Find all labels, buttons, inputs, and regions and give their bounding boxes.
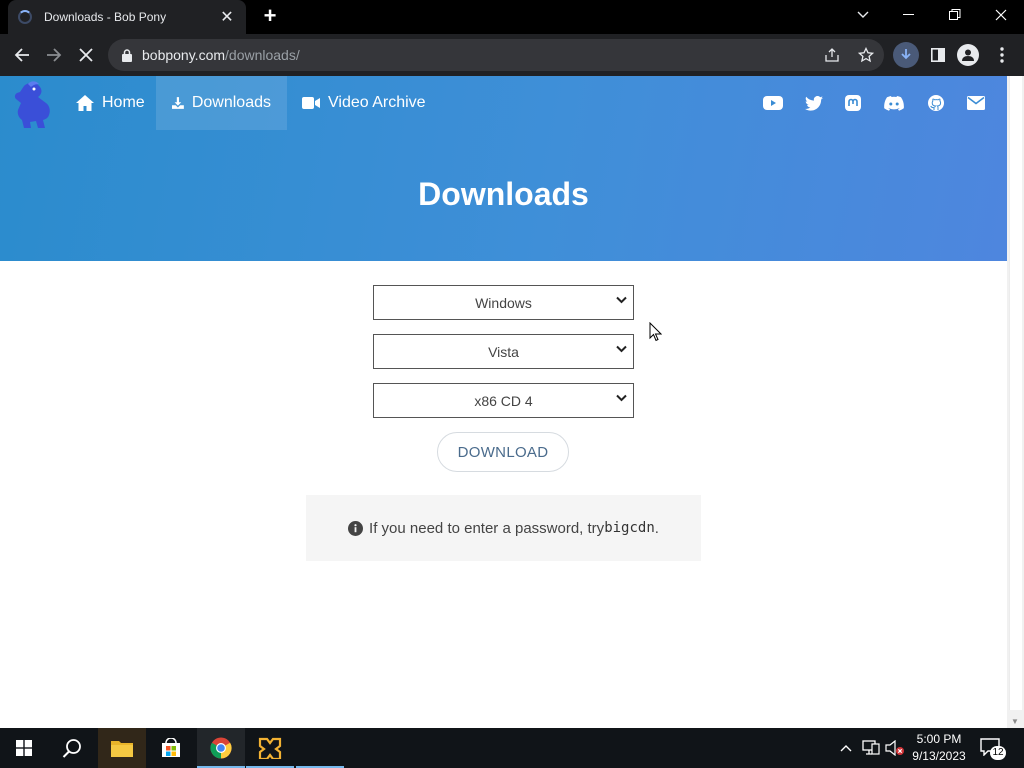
web-page: Home Downloads Video Archive Downloads W… (0, 76, 1007, 728)
chevron-down-icon (616, 296, 627, 304)
tab-search-button[interactable] (840, 0, 886, 30)
password-code: bigcdn (604, 520, 655, 536)
clock-date: 9/13/2023 (912, 749, 966, 763)
nav-home-label: Home (102, 94, 145, 111)
chevron-down-icon (616, 394, 627, 402)
forward-button[interactable] (40, 41, 68, 69)
chrome-icon (210, 737, 232, 759)
password-note: If you need to enter a password, try big… (306, 495, 701, 561)
restore-button[interactable] (932, 0, 978, 30)
windows-taskbar: 5:00 PM 9/13/2023 12 (0, 728, 1024, 768)
back-button[interactable] (8, 41, 36, 69)
nav-downloads-label: Downloads (191, 94, 271, 111)
note-text: If you need to enter a password, try (369, 519, 605, 537)
taskbar-app-extra[interactable] (296, 728, 344, 768)
pony-logo[interactable] (10, 78, 62, 130)
browser-toolbar: bobpony.com/downloads/ (0, 34, 1024, 76)
vm-app-icon (258, 737, 282, 759)
close-icon (995, 9, 1007, 21)
tray-overflow-button[interactable] (836, 728, 856, 768)
stop-icon (79, 48, 93, 62)
more-vert-icon (1000, 47, 1004, 63)
lock-icon[interactable] (120, 46, 134, 64)
address-bar[interactable]: bobpony.com/downloads/ (108, 39, 884, 71)
youtube-icon[interactable] (762, 93, 784, 113)
image-select[interactable]: x86 CD 4 (373, 383, 634, 418)
nav-video-archive[interactable]: Video Archive (286, 76, 442, 130)
page-title: Downloads (418, 176, 589, 212)
nav-home[interactable]: Home (60, 76, 161, 130)
search-icon (62, 739, 81, 758)
page-scrollbar[interactable]: ▼ (1007, 76, 1024, 728)
volume-muted-icon[interactable] (884, 728, 906, 768)
side-panel-icon (931, 48, 945, 62)
person-icon (962, 49, 974, 61)
note-suffix: . (654, 519, 659, 537)
side-panel-button[interactable] (924, 41, 952, 69)
restore-icon (949, 9, 961, 20)
minimize-button[interactable] (886, 0, 932, 30)
url-text: bobpony.com/downloads/ (142, 47, 300, 63)
bookmark-star-icon[interactable] (856, 45, 876, 65)
extension-download-icon[interactable] (893, 42, 919, 68)
taskbar-chrome[interactable] (197, 728, 245, 768)
image-select-value: x86 CD 4 (474, 392, 533, 409)
site-navbar: Home Downloads Video Archive (0, 76, 1007, 130)
loading-spinner-icon (18, 10, 32, 24)
browser-tab[interactable]: Downloads - Bob Pony ✕ (8, 0, 246, 34)
taskbar-store[interactable] (147, 728, 195, 768)
github-icon[interactable] (925, 93, 947, 113)
nav-downloads[interactable]: Downloads (156, 76, 287, 130)
store-icon (162, 738, 180, 757)
nav-video-archive-label: Video Archive (328, 94, 426, 111)
video-icon (302, 97, 320, 109)
arrow-left-icon (14, 48, 29, 62)
tab-close-button[interactable]: ✕ (218, 7, 236, 27)
taskbar-file-explorer[interactable] (98, 728, 146, 768)
discord-icon[interactable] (883, 93, 905, 113)
taskbar-clock[interactable]: 5:00 PM 9/13/2023 (906, 731, 972, 765)
network-icon[interactable] (860, 728, 882, 768)
mail-icon[interactable] (965, 93, 987, 113)
folder-icon (111, 741, 133, 757)
version-select-value: Vista (488, 343, 519, 360)
version-select[interactable]: Vista (373, 334, 634, 369)
twitter-icon[interactable] (803, 93, 825, 113)
minimize-icon (903, 14, 914, 15)
info-icon (348, 520, 364, 536)
home-icon (76, 95, 94, 111)
share-icon[interactable] (822, 45, 842, 65)
profile-avatar[interactable] (957, 44, 979, 66)
chrome-menu-button[interactable] (988, 41, 1016, 69)
download-button[interactable]: DOWNLOAD (437, 432, 569, 472)
mouse-cursor-icon (649, 322, 662, 342)
taskbar-vm-app[interactable] (246, 728, 294, 768)
download-icon (172, 97, 184, 109)
search-button[interactable] (48, 728, 96, 768)
windows-logo-icon (16, 740, 32, 756)
chevron-up-icon (840, 745, 852, 752)
window-close-button[interactable] (978, 0, 1024, 30)
mastodon-icon[interactable] (842, 93, 864, 113)
chevron-down-icon (857, 11, 869, 18)
new-tab-button[interactable]: + (258, 5, 282, 29)
clock-time: 5:00 PM (916, 732, 962, 746)
os-select[interactable]: Windows (373, 285, 634, 320)
start-button[interactable] (0, 728, 48, 768)
chevron-down-icon (616, 345, 627, 353)
hero-banner: Home Downloads Video Archive Downloads (0, 76, 1007, 261)
os-select-value: Windows (475, 294, 532, 311)
scroll-down-arrow-icon[interactable]: ▼ (1011, 717, 1019, 726)
arrow-right-icon (47, 48, 62, 62)
notification-count-badge: 12 (990, 746, 1006, 760)
stop-loading-button[interactable] (72, 41, 100, 69)
notification-center-button[interactable]: 12 (980, 738, 1010, 760)
scrollbar-thumb[interactable] (1009, 76, 1022, 710)
tab-title: Downloads - Bob Pony (44, 10, 167, 24)
browser-tab-strip: Downloads - Bob Pony ✕ + (0, 0, 1024, 34)
